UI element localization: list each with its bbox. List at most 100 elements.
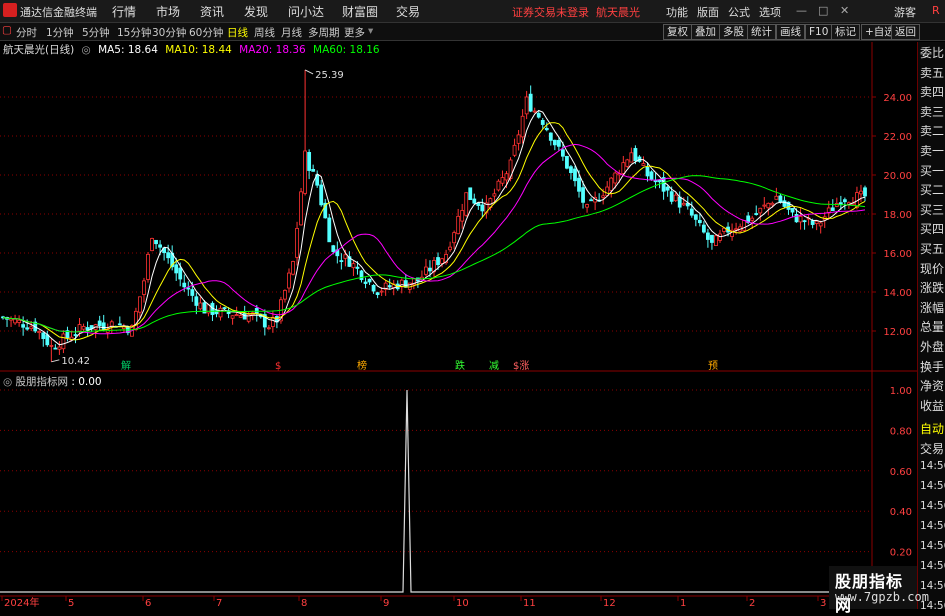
- side-panel-label: 14:56: [920, 520, 945, 532]
- indicator-line: [0, 389, 872, 593]
- candle-body: [605, 186, 610, 196]
- side-panel-label: 卖四: [920, 85, 945, 100]
- candle-body: [496, 180, 501, 191]
- candle-body: [629, 152, 634, 163]
- candle-body: [565, 155, 569, 169]
- candle-body: [158, 244, 162, 248]
- candle-body: [581, 187, 585, 203]
- candle-body: [45, 334, 50, 346]
- candlestick-series: [1, 69, 867, 362]
- candle-body: [49, 344, 54, 347]
- candle-body: [448, 246, 453, 251]
- candle-body: [770, 202, 775, 206]
- candle-body: [544, 127, 549, 131]
- side-panel-label: 委比: [920, 46, 945, 60]
- candle-body: [53, 347, 58, 350]
- side-panel-label: 涨幅: [920, 300, 945, 315]
- indicator-series: [0, 389, 872, 593]
- time-axis-label: 12: [603, 598, 616, 609]
- indicator-toggle-icon[interactable]: ◎: [3, 376, 12, 388]
- candle-body: [830, 207, 835, 212]
- candle-body: [810, 220, 815, 225]
- candle-body: [762, 204, 767, 207]
- price-axis-label: 16.00: [883, 249, 912, 260]
- candle-body: [758, 207, 763, 214]
- candle-body: [838, 202, 843, 205]
- candle-body: [734, 228, 739, 231]
- candle-body: [37, 331, 42, 334]
- candle-body: [665, 186, 670, 191]
- candle-body: [710, 234, 714, 243]
- candle-body: [403, 280, 408, 288]
- side-panel-label: 外盘: [920, 340, 945, 354]
- candle-body: [238, 315, 243, 318]
- trade-button[interactable]: 交易: [920, 440, 944, 457]
- candle-body: [589, 199, 593, 202]
- candle-body: [375, 292, 380, 295]
- candle-body: [750, 217, 755, 221]
- auto-toggle[interactable]: 自动: [920, 420, 944, 437]
- candle-body: [818, 222, 823, 227]
- candle-body: [601, 195, 606, 198]
- candle-body: [859, 190, 863, 195]
- kline-chart[interactable]: 24.00 22.00 20.00 18.00 16.00 14.00 12.00 1.00 0…: [0, 0, 945, 609]
- time-axis-label: 9: [383, 598, 389, 609]
- side-panel-label: 买五: [920, 242, 945, 256]
- candle-body: [577, 177, 581, 192]
- event-marker: $涨: [513, 360, 529, 372]
- candle-body: [649, 171, 654, 180]
- candle-body: [21, 324, 26, 328]
- candle-body: [556, 140, 561, 147]
- price-axis-label: 24.00: [883, 93, 912, 104]
- candle-body: [516, 134, 521, 144]
- candle-body: [134, 310, 138, 331]
- time-axis-label: 6: [145, 598, 151, 609]
- candle-body: [673, 194, 678, 202]
- candle-body: [569, 166, 573, 174]
- candle-body: [13, 318, 17, 324]
- legend-toggle-icon[interactable]: ◎: [82, 44, 91, 56]
- indicator-axis-label: 0.80: [890, 426, 912, 437]
- high-price-label: 25.39: [315, 70, 344, 81]
- legend-ma10: MA10: 18.44: [165, 44, 232, 56]
- candle-body: [146, 253, 150, 280]
- candle-body: [802, 220, 807, 223]
- candle-body: [424, 266, 428, 275]
- candle-body: [504, 173, 509, 181]
- candle-body: [641, 163, 646, 166]
- candle-body: [464, 192, 469, 216]
- candle-body: [355, 266, 360, 269]
- price-axis-label: 20.00: [883, 171, 912, 182]
- candle-body: [536, 113, 541, 118]
- side-panel-label: 换手: [920, 359, 945, 374]
- candle-body: [57, 346, 62, 350]
- candle-body: [387, 285, 392, 288]
- event-marker: 预: [708, 360, 718, 372]
- candle-body: [295, 228, 299, 258]
- event-marker: 解: [121, 359, 131, 372]
- candle-body: [492, 193, 497, 197]
- candle-body: [500, 177, 505, 184]
- candle-body: [150, 238, 154, 252]
- candle-body: [166, 252, 171, 259]
- candle-body: [476, 203, 481, 206]
- candle-body: [287, 272, 291, 289]
- candle-body: [117, 323, 122, 326]
- legend-ma5: MA5: 18.64: [98, 44, 158, 56]
- quote-side-panel: 委比 卖五 卖四 卖三 卖二 卖一 买一 买二 买三 买四 买五 现价 涨跌 涨幅 总量 外盘 换手 净资 收益 自动…: [917, 42, 945, 612]
- candle-body: [178, 267, 183, 280]
- time-axis-label: 8: [301, 598, 307, 609]
- candle-body: [532, 110, 537, 113]
- chart-axes: 24.00 22.00 20.00 18.00 16.00 14.00 12.00 1.00 0…: [4, 69, 912, 609]
- candle-body: [585, 204, 589, 208]
- candle-body: [798, 216, 803, 223]
- candle-body: [669, 191, 674, 202]
- side-panel-label: 卖五: [920, 65, 945, 80]
- legend-ma60: MA60: 18.16: [313, 44, 380, 56]
- candle-body: [460, 210, 465, 222]
- price-axis-label: 18.00: [883, 210, 912, 221]
- indicator-axis-label: 0.60: [890, 467, 912, 478]
- indicator-value: : 0.00: [71, 376, 102, 388]
- watermark: 股朋指标网 www.7gpzb.com: [829, 566, 929, 615]
- indicator-axis-label: 0.40: [890, 507, 912, 518]
